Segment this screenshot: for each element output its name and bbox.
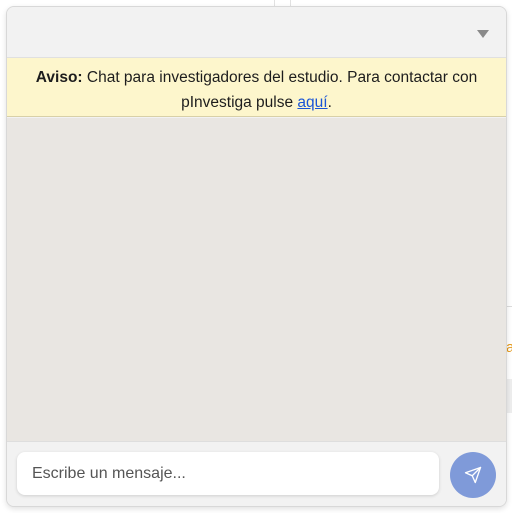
message-composer <box>7 442 506 506</box>
chat-header[interactable] <box>7 7 506 58</box>
notice-label: Aviso: <box>35 69 83 86</box>
message-list[interactable] <box>7 118 506 442</box>
send-button[interactable] <box>450 452 496 498</box>
contact-link[interactable]: aquí <box>297 94 327 111</box>
chat-widget: Aviso: Chat para investigadores del estu… <box>6 6 507 507</box>
send-icon <box>464 466 482 484</box>
notice-banner: Aviso: Chat para investigadores del estu… <box>7 58 506 117</box>
chevron-down-icon[interactable] <box>476 26 490 38</box>
notice-end: . <box>327 94 332 111</box>
notice-text: Chat para investigadores del estudio. Pa… <box>82 69 478 111</box>
message-input[interactable] <box>17 452 439 495</box>
